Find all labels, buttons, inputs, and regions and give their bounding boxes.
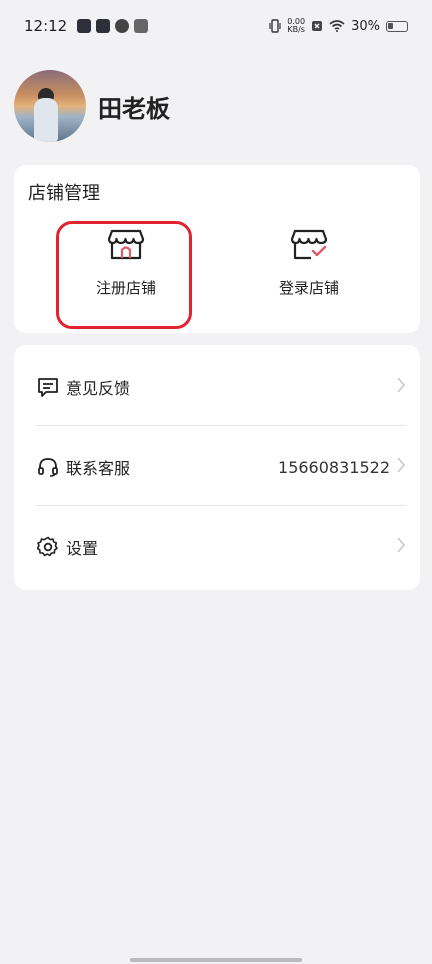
headset-icon <box>36 455 60 479</box>
divider <box>36 425 406 426</box>
register-store-button[interactable]: 注册店铺 <box>61 223 191 323</box>
register-store-label: 注册店铺 <box>95 279 156 297</box>
divider <box>36 505 406 506</box>
menu-card: 意见反馈 联系客服 15660831522 设置 <box>14 345 420 590</box>
menu-item-feedback[interactable]: 意见反馈 <box>14 347 420 427</box>
chevron-right-icon <box>396 376 406 398</box>
status-right: 0.00 KB/s 30% <box>269 18 408 34</box>
status-time: 12:12 <box>24 17 68 35</box>
avatar[interactable] <box>14 70 86 142</box>
gear-icon <box>36 535 60 559</box>
menu-item-label: 设置 <box>66 539 99 558</box>
battery-icon <box>386 20 408 32</box>
battery-percent: 30% <box>351 18 380 34</box>
wechat-icon <box>115 19 130 33</box>
login-store-icon <box>290 229 328 260</box>
menu-item-label: 意见反馈 <box>66 379 131 398</box>
store-management-title: 店铺管理 <box>28 183 100 204</box>
play-app-icon <box>77 19 92 33</box>
avatar-figure <box>34 98 58 142</box>
mail-app-icon <box>96 19 111 33</box>
wifi-icon <box>329 20 345 32</box>
menu-item-settings[interactable]: 设置 <box>14 507 420 587</box>
status-bar: 12:12 0.00 KB/s 30% <box>0 0 432 52</box>
page: 12:12 0.00 KB/s 30% 田老板 店铺管理 注册店铺 登录店铺 意… <box>0 0 432 964</box>
net-speed-unit: KB/s <box>287 25 305 34</box>
login-store-button[interactable]: 登录店铺 <box>244 223 374 323</box>
profile-header: 田老板 <box>14 70 170 142</box>
menu-item-customer-service[interactable]: 联系客服 15660831522 <box>14 427 420 507</box>
no-sim-icon <box>312 21 323 31</box>
register-store-icon <box>107 229 145 260</box>
app-icon <box>134 19 149 33</box>
username: 田老板 <box>98 94 170 123</box>
login-store-label: 登录店铺 <box>278 279 339 297</box>
feedback-icon <box>36 375 60 399</box>
chevron-right-icon <box>396 536 406 558</box>
net-speed: 0.00 KB/s <box>287 18 305 34</box>
store-management-card: 店铺管理 注册店铺 登录店铺 <box>14 165 420 333</box>
chevron-right-icon <box>396 456 406 478</box>
vibrate-icon <box>269 19 281 33</box>
menu-item-label: 联系客服 <box>66 459 131 478</box>
home-indicator[interactable] <box>130 958 302 962</box>
customer-service-phone: 15660831522 <box>278 457 390 477</box>
notification-icons <box>77 19 149 33</box>
